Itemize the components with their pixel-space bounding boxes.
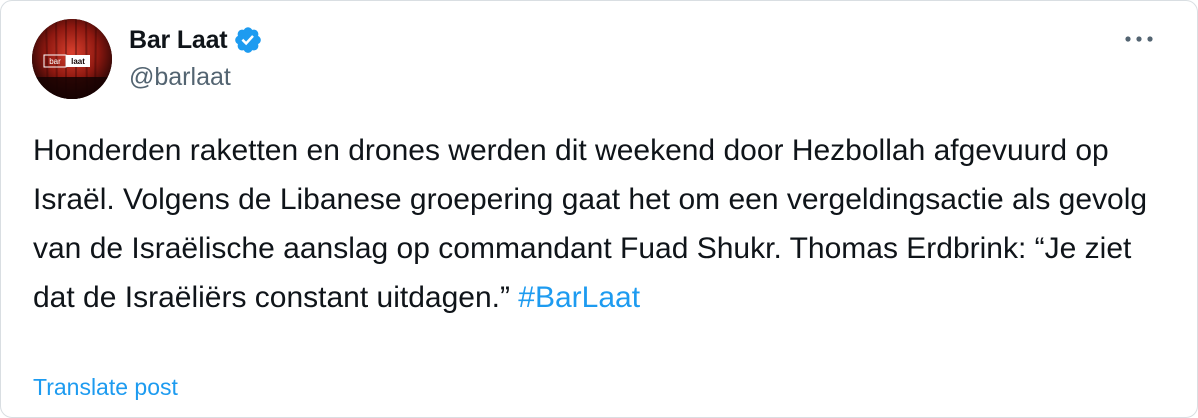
avatar-logo-left: bar <box>49 57 61 66</box>
tweet-card: bar laat Bar Laat @barlaat Honderden rak… <box>0 0 1198 418</box>
hashtag-link[interactable]: #BarLaat <box>518 281 640 314</box>
display-name[interactable]: Bar Laat <box>129 26 228 55</box>
more-options-icon[interactable] <box>1121 27 1157 51</box>
avatar-image: bar laat <box>32 19 112 99</box>
author-name-row: Bar Laat <box>129 23 263 57</box>
verified-badge-icon[interactable] <box>233 25 263 55</box>
translate-post-link[interactable]: Translate post <box>33 374 178 401</box>
avatar-logo-right: laat <box>71 57 85 66</box>
user-handle[interactable]: @barlaat <box>129 63 231 92</box>
avatar[interactable]: bar laat <box>32 19 112 99</box>
tweet-text: Honderden raketten en drones werden dit … <box>33 126 1153 322</box>
